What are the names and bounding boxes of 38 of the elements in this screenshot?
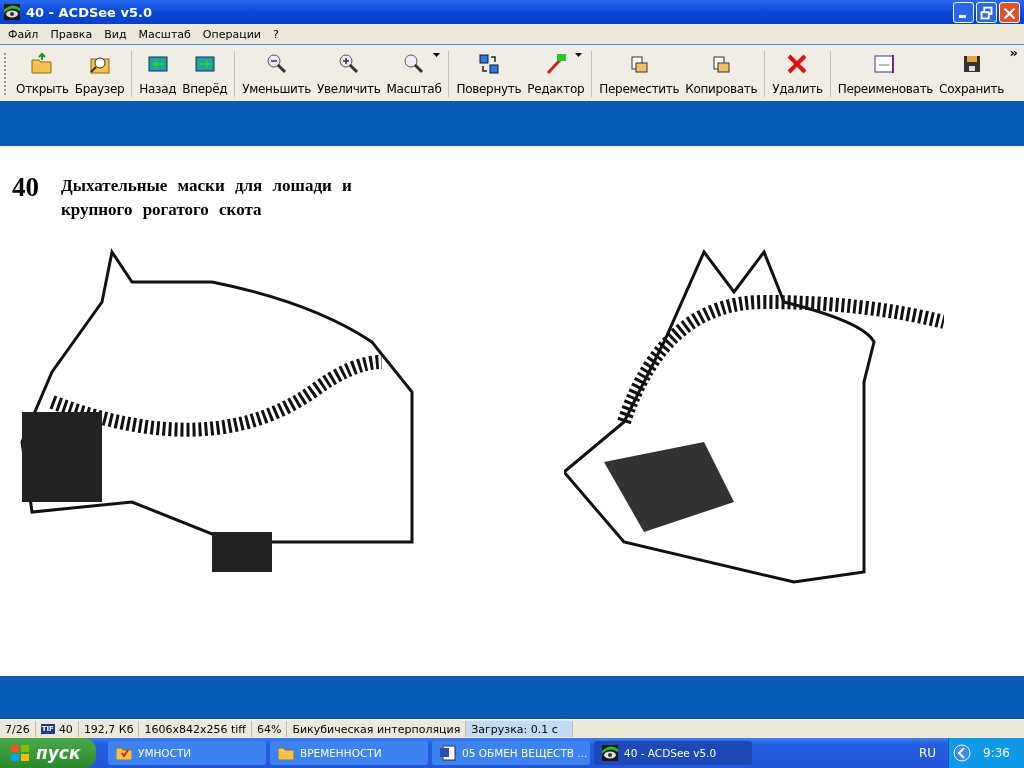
toolbar-overflow-button[interactable]: » xyxy=(1009,45,1018,60)
menu-item[interactable]: Масштаб xyxy=(132,27,197,41)
menu-item[interactable]: ? xyxy=(267,27,285,41)
toolbar-button[interactable]: Уменьшить xyxy=(239,47,315,101)
taskbar-button[interactable]: 05 ОБМЕН ВЕЩЕСТВ ... xyxy=(432,741,590,765)
status-text: 1606x842x256 tiff xyxy=(144,722,246,736)
clock: 9:36 xyxy=(983,746,1010,760)
toolbar-button[interactable]: Открыть xyxy=(13,47,72,101)
toolbar-button[interactable]: Удалить xyxy=(769,47,826,101)
window-title: 40 - ACDSee v5.0 xyxy=(26,4,153,20)
status-text: Загрузка: 0.1 с xyxy=(471,722,558,736)
taskbar-button[interactable]: УМНОСТИ xyxy=(108,741,266,765)
figure-number: 40 xyxy=(12,174,39,201)
toolbar-button[interactable]: Масштаб xyxy=(383,47,445,101)
menu-item[interactable]: Операции xyxy=(196,27,267,41)
toolbar-button[interactable]: Увеличить xyxy=(314,47,384,101)
status-text: 64% xyxy=(256,722,282,736)
language-indicator[interactable]: RU xyxy=(910,746,945,760)
toolbar-button[interactable]: Назад xyxy=(136,47,180,101)
toolbar-button[interactable]: Переименовать xyxy=(834,47,937,101)
toolbar-button[interactable]: Копировать xyxy=(682,47,761,101)
toolbar-button[interactable]: Вперёд xyxy=(179,47,231,101)
status-text: 7/26 xyxy=(5,722,30,736)
menu-item[interactable]: Вид xyxy=(98,27,133,41)
menu-item[interactable]: Файл xyxy=(2,27,45,41)
status-text: 192,7 Кб xyxy=(83,722,134,736)
toolbar-button[interactable]: Сохранить xyxy=(936,47,1007,101)
toolbar-button[interactable]: Переместить xyxy=(596,47,683,101)
toolbar-button[interactable]: Браузер xyxy=(71,47,128,101)
figure-heading: Дыхательные маски для лошади и крупного рогатого скота xyxy=(61,175,353,221)
status-text: 40 xyxy=(58,722,73,736)
toolbar-button[interactable]: Редактор xyxy=(524,47,588,101)
menu-item[interactable]: Правка xyxy=(44,27,99,41)
taskbar-button[interactable]: 40 - ACDSee v5.0 xyxy=(594,741,752,765)
status-text: Бикубическая интерполяция xyxy=(292,722,461,736)
taskbar-button[interactable]: ВРЕМЕННОСТИ xyxy=(270,741,428,765)
toolbar-button[interactable]: Повернуть xyxy=(453,47,525,101)
start-button[interactable]: пуск xyxy=(0,738,96,768)
